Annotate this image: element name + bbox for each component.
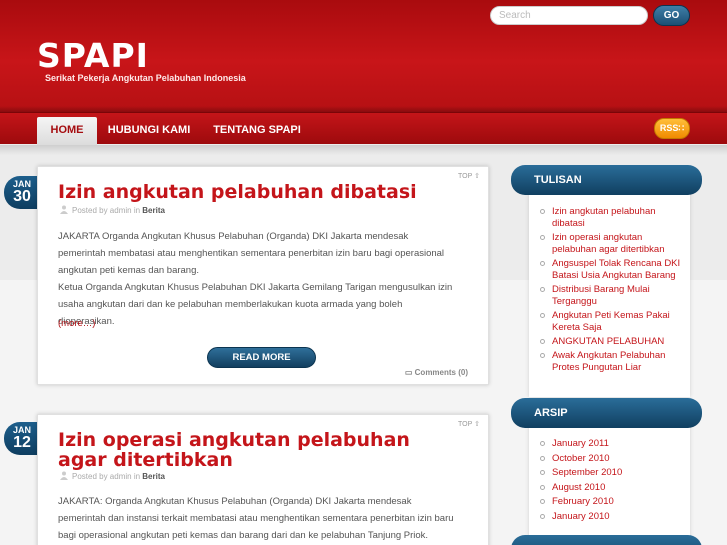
archive-link[interactable]: August 2010	[552, 482, 605, 493]
archive-item[interactable]: September 2010	[529, 467, 690, 479]
author-icon	[60, 205, 68, 214]
sidebar-heading-next	[511, 535, 702, 545]
bullet-icon	[540, 235, 545, 240]
archive-item[interactable]: October 2010	[529, 453, 690, 465]
top-link[interactable]: TOP ⇧	[458, 420, 480, 428]
nav-item-hubungi-kami[interactable]: HUBUNGI KAMI	[104, 117, 194, 145]
read-more-button[interactable]: READ MORE	[207, 347, 316, 368]
archive-link[interactable]: January 2011	[552, 438, 609, 449]
archive-box: January 2011 October 2010 September 2010…	[529, 420, 690, 540]
search-go-button[interactable]: GO	[653, 5, 690, 26]
post-day: 12	[13, 434, 31, 451]
sidebar-heading-tulisan: TULISAN	[511, 165, 702, 195]
bullet-icon	[540, 470, 545, 475]
post-title[interactable]: Izin angkutan pelabuhan dibatasi	[58, 182, 458, 202]
post-meta-prefix: Posted by admin in	[72, 206, 141, 215]
recent-post-link[interactable]: Angsuspel Tolak Rencana DKI Batasi Usia …	[552, 258, 680, 281]
recent-post-item[interactable]: Angkutan Peti Kemas Pakai Kereta Saja	[529, 310, 690, 334]
bullet-icon	[540, 339, 545, 344]
recent-post-link[interactable]: ANGKUTAN PELABUHAN	[552, 336, 664, 347]
post-meta-prefix: Posted by admin in	[72, 472, 141, 481]
nav-shadow	[0, 145, 727, 155]
nav-item-tentang-spapi[interactable]: TENTANG SPAPI	[206, 117, 308, 145]
archive-link[interactable]: January 2010	[552, 511, 610, 522]
search-input[interactable]	[490, 6, 648, 25]
top-label: TOP	[458, 173, 473, 180]
post-paragraph: JAKARTA: Organda Angkutan Khusus Pelabuh…	[58, 496, 454, 541]
recent-post-link[interactable]: Angkutan Peti Kemas Pakai Kereta Saja	[552, 310, 670, 333]
bullet-icon	[540, 353, 545, 358]
recent-post-link[interactable]: Distribusi Barang Mulai Terganggu	[552, 284, 650, 307]
recent-post-item[interactable]: Distribusi Barang Mulai Terganggu	[529, 284, 690, 308]
recent-post-item[interactable]: ANGKUTAN PELABUHAN	[529, 336, 690, 348]
post-day: 30	[13, 188, 31, 205]
site-title[interactable]: SPAPI	[37, 36, 149, 75]
bullet-icon	[540, 287, 545, 292]
post-meta: Posted by admin in Berita	[60, 471, 165, 481]
bullet-icon	[540, 313, 545, 318]
recent-post-item[interactable]: Angsuspel Tolak Rencana DKI Batasi Usia …	[529, 258, 690, 282]
archive-link[interactable]: September 2010	[552, 467, 622, 478]
recent-posts-box: Izin angkutan pelabuhan dibatasi Izin op…	[529, 190, 690, 397]
comments-label: Comments (0)	[414, 368, 468, 377]
bullet-icon	[540, 484, 545, 490]
post-date-badge: JAN 30	[4, 176, 38, 209]
recent-post-link[interactable]: Izin operasi angkutan pelabuhan agar dit…	[552, 232, 665, 255]
arrow-up-icon: ⇧	[474, 421, 480, 428]
bullet-icon	[540, 513, 545, 519]
recent-post-item[interactable]: Izin operasi angkutan pelabuhan agar dit…	[529, 232, 690, 256]
post-date-badge: JAN 12	[4, 422, 38, 455]
rss-icon: ∷	[678, 123, 685, 133]
post-card: TOP ⇧ Izin angkutan pelabuhan dibatasi P…	[37, 166, 489, 385]
bullet-icon	[540, 261, 545, 266]
comment-icon: ▭	[404, 368, 413, 377]
recent-post-link[interactable]: Izin angkutan pelabuhan dibatasi	[552, 206, 656, 229]
post-category-link[interactable]: Berita	[142, 206, 165, 215]
top-label: TOP	[458, 421, 473, 428]
post-title[interactable]: Izin operasi angkutan pelabuhan agar dit…	[58, 430, 458, 470]
bullet-icon	[540, 455, 545, 461]
recent-post-item[interactable]: Izin angkutan pelabuhan dibatasi	[529, 206, 690, 230]
site-header: SPAPI Serikat Pekerja Angkutan Pelabuhan…	[0, 0, 727, 112]
arrow-up-icon: ⇧	[474, 173, 480, 180]
post-card: TOP ⇧ Izin operasi angkutan pelabuhan ag…	[37, 414, 489, 545]
nav-item-home[interactable]: HOME	[37, 117, 97, 145]
recent-post-item[interactable]: Awak Angkutan Pelabuhan Protes Pungutan …	[529, 350, 690, 374]
post-paragraph: Ketua Organda Angkutan Khusus Pelabuhan …	[58, 282, 453, 327]
archive-list: January 2011 October 2010 September 2010…	[529, 420, 690, 523]
archive-link[interactable]: February 2010	[552, 496, 614, 507]
sidebar-heading-arsip: ARSIP	[511, 398, 702, 428]
post-paragraph: JAKARTA Organda Angkutan Khusus Pelabuha…	[58, 231, 445, 276]
more-link[interactable]: (more…)	[58, 318, 95, 329]
recent-post-link[interactable]: Awak Angkutan Pelabuhan Protes Pungutan …	[552, 350, 665, 373]
top-link[interactable]: TOP ⇧	[458, 172, 480, 180]
archive-item[interactable]: January 2010	[529, 511, 690, 523]
archive-link[interactable]: October 2010	[552, 453, 610, 464]
post-category-link[interactable]: Berita	[142, 472, 165, 481]
site-tagline: Serikat Pekerja Angkutan Pelabuhan Indon…	[45, 73, 246, 83]
archive-item[interactable]: August 2010	[529, 482, 690, 494]
post-meta: Posted by admin in Berita	[60, 205, 165, 215]
archive-item[interactable]: January 2011	[529, 438, 690, 450]
bullet-icon	[540, 441, 545, 446]
bullet-icon	[540, 209, 545, 214]
bullet-icon	[540, 499, 545, 504]
rss-button[interactable]: RSS∷	[654, 118, 690, 139]
recent-posts-list: Izin angkutan pelabuhan dibatasi Izin op…	[529, 190, 690, 374]
rss-label: RSS	[659, 123, 679, 133]
comments-link[interactable]: ▭ Comments (0)	[405, 368, 468, 377]
archive-item[interactable]: February 2010	[529, 496, 690, 508]
main-nav: HOME HUBUNGI KAMI TENTANG SPAPI	[0, 112, 727, 145]
author-icon	[60, 471, 68, 480]
